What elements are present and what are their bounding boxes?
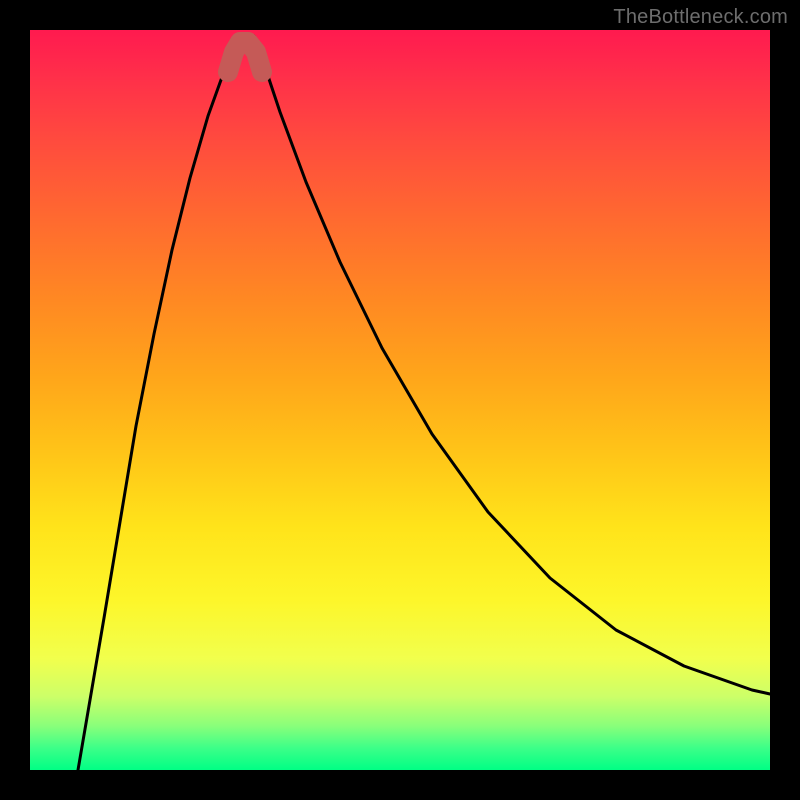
curve-right-branch [254, 36, 770, 694]
attribution-text: TheBottleneck.com [613, 6, 788, 29]
valley-marker [228, 42, 262, 72]
curve-left-branch [78, 36, 238, 770]
chart-plot-area [30, 30, 770, 770]
chart-curves [30, 30, 770, 770]
chart-frame: TheBottleneck.com [0, 0, 800, 800]
